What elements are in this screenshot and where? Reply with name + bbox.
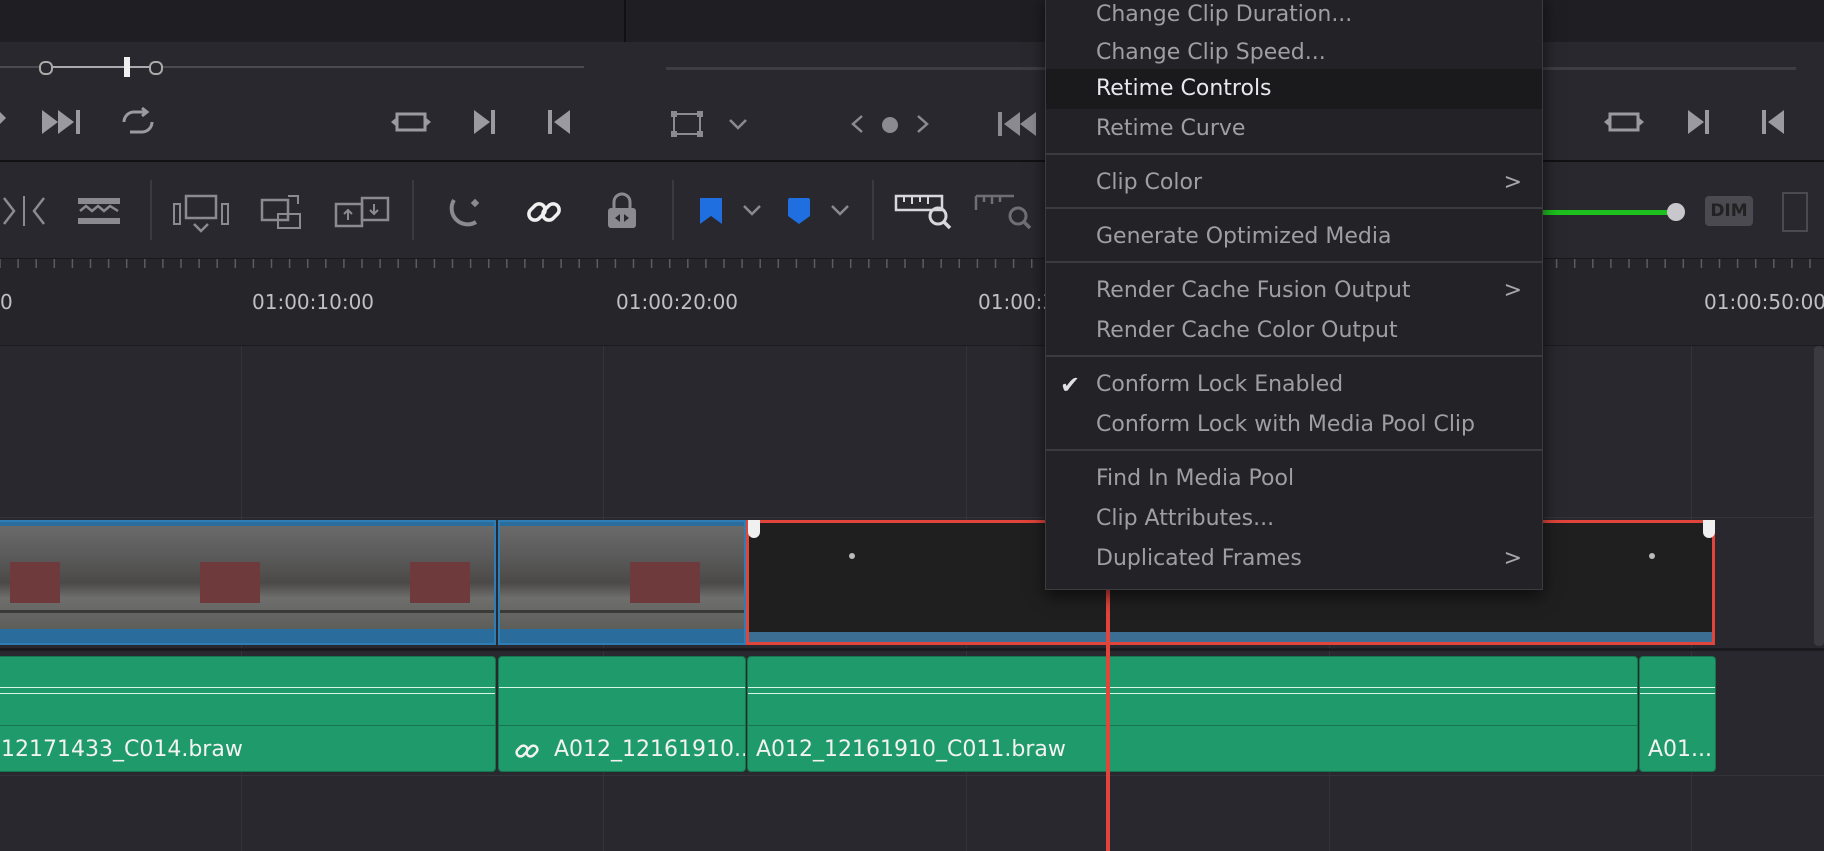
menu-item-change-clip-duration[interactable]: Change Clip Duration... (1046, 0, 1542, 35)
menu-item-generate-optimized-media[interactable]: Generate Optimized Media (1046, 217, 1542, 257)
prev-edit-right-icon[interactable] (1760, 108, 1786, 136)
zoom-detail-icon[interactable] (974, 192, 1034, 232)
trim-handle-left[interactable] (748, 520, 760, 538)
menu-separator (1046, 355, 1542, 357)
marker-dropdown-chevron-icon[interactable] (830, 204, 850, 216)
volume-slider-track[interactable] (1540, 210, 1676, 215)
audio-clip-label: A012_12161910_C011.braw (756, 737, 1066, 762)
match-frame-right-icon[interactable] (1604, 108, 1644, 136)
track-divider (0, 775, 1824, 776)
audio-clip-label: A012_12161910... (554, 737, 746, 762)
timecode-label: 01:00:20:00 (616, 290, 739, 314)
video-clip[interactable] (498, 520, 746, 645)
vertical-scrollbar[interactable] (1814, 346, 1824, 646)
replace-clip-icon[interactable] (332, 192, 392, 232)
link-icon (515, 739, 539, 763)
timecode-label: 01:00:50:00 (1704, 290, 1824, 314)
timecode-label: 01:00:10:00 (252, 290, 375, 314)
chevron-down-icon[interactable] (728, 118, 748, 130)
ruler-ticks (0, 259, 1811, 268)
keyframe-dot-icon[interactable] (881, 116, 899, 134)
trim-handle-right[interactable] (1703, 520, 1715, 538)
jog-handle-center[interactable] (124, 57, 130, 77)
menu-item-conform-lock-enabled[interactable]: ✔ Conform Lock Enabled (1046, 365, 1542, 405)
toolbar-separator (672, 180, 674, 240)
timecode-label: 0 (0, 290, 13, 314)
menu-separator (1046, 449, 1542, 451)
menu-item-clip-color[interactable]: Clip Color > (1046, 163, 1542, 203)
audio-clip[interactable]: A01... (1639, 656, 1716, 772)
menu-separator (1046, 261, 1542, 263)
submenu-arrow-icon: > (1503, 546, 1522, 571)
next-edit-right-icon[interactable] (1686, 108, 1712, 136)
checkmark-icon: ✔ (1060, 371, 1081, 399)
menu-item-render-cache-fusion-output[interactable]: Render Cache Fusion Output > (1046, 271, 1542, 311)
toolbar-separator (150, 180, 152, 240)
snapping-icon[interactable] (446, 192, 486, 232)
position-lock-icon[interactable] (604, 192, 640, 232)
match-frame-icon[interactable] (391, 108, 431, 136)
blade-tool-icon[interactable] (0, 194, 50, 228)
linked-selection-icon[interactable] (524, 192, 564, 232)
menu-item-conform-lock-media-pool[interactable]: Conform Lock with Media Pool Clip (1046, 405, 1542, 445)
audio-clip-label: 12171433_C014.braw (1, 737, 243, 762)
timecode-label: 01:00:3 (978, 290, 1056, 314)
dim-button[interactable]: DIM (1705, 196, 1753, 226)
playhead[interactable] (1106, 560, 1110, 851)
toolbar-separator (412, 180, 414, 240)
menu-separator (1046, 153, 1542, 155)
marker-icon[interactable] (786, 196, 812, 226)
next-edit-icon[interactable] (472, 108, 498, 136)
next-clip-icon[interactable] (916, 114, 930, 134)
skip-start-icon[interactable] (996, 110, 1040, 138)
prev-edit-icon[interactable] (546, 108, 572, 136)
prev-clip-icon[interactable] (850, 114, 864, 134)
track-divider (0, 517, 1824, 518)
jog-range (44, 66, 156, 68)
dynamic-trim-icon[interactable] (76, 196, 122, 226)
menu-item-duplicated-frames[interactable]: Duplicated Frames > (1046, 539, 1542, 579)
jog-handle-left[interactable] (39, 61, 53, 75)
video-clip[interactable] (0, 520, 496, 645)
audio-clip[interactable]: A012_12161910_C011.braw (747, 656, 1638, 772)
context-menu: Change Clip Duration... Change Clip Spee… (1045, 0, 1543, 590)
menu-item-retime-controls[interactable]: Retime Controls (1046, 69, 1542, 109)
menu-item-render-cache-color-output[interactable]: Render Cache Color Output (1046, 311, 1542, 351)
skip-end-icon[interactable] (40, 108, 84, 136)
submenu-arrow-icon: > (1503, 278, 1522, 303)
overwrite-clip-icon[interactable] (258, 192, 306, 232)
top-panel-bar (0, 0, 1824, 43)
transform-icon[interactable] (670, 110, 704, 138)
play-icon[interactable] (0, 108, 10, 128)
toolbar-separator (872, 180, 874, 240)
menu-separator (1046, 207, 1542, 209)
insert-clip-icon[interactable] (172, 194, 232, 234)
menu-item-clip-attributes[interactable]: Clip Attributes... (1046, 499, 1542, 539)
zoom-full-icon[interactable] (894, 192, 954, 232)
jog-handle-right[interactable] (149, 61, 163, 75)
audio-clip-label: A01... (1648, 737, 1713, 762)
volume-slider-handle[interactable] (1667, 203, 1685, 221)
menu-item-retime-curve[interactable]: Retime Curve (1046, 109, 1542, 149)
track-divider (0, 648, 1824, 651)
audio-clip[interactable]: A012_12161910... (498, 656, 746, 772)
flag-icon[interactable] (698, 196, 724, 226)
menu-item-change-clip-speed[interactable]: Change Clip Speed... (1046, 33, 1542, 73)
menu-item-find-in-media-pool[interactable]: Find In Media Pool (1046, 459, 1542, 499)
flag-dropdown-chevron-icon[interactable] (742, 204, 762, 216)
audio-clip[interactable]: 12171433_C014.braw (0, 656, 496, 772)
submenu-arrow-icon: > (1503, 170, 1522, 195)
viewer-controls (0, 42, 1824, 162)
loop-icon[interactable] (116, 106, 160, 138)
mixer-panel-icon[interactable] (1782, 192, 1808, 232)
